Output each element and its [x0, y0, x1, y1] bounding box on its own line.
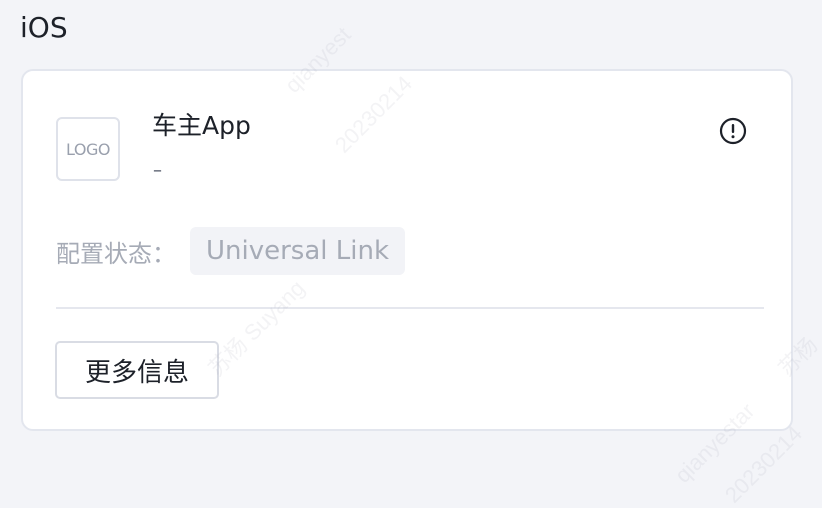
app-subtitle: – — [153, 160, 162, 181]
config-status-label: 配置状态： — [56, 239, 176, 268]
logo-placeholder-text: LOGO — [66, 139, 110, 159]
config-status-badge: Universal Link — [190, 227, 406, 275]
watermark-text: 20230214 — [720, 420, 807, 508]
app-logo: LOGO — [56, 117, 120, 181]
card-divider — [56, 307, 764, 309]
more-info-button[interactable]: 更多信息 — [55, 341, 219, 399]
app-card: LOGO 车主App – 配置状态： Universal Link 更多信息 — [21, 69, 793, 431]
app-name: 车主App — [152, 111, 251, 140]
section-title: iOS — [20, 11, 68, 44]
info-icon[interactable] — [719, 117, 747, 145]
config-status-row: 配置状态： Universal Link — [56, 227, 406, 275]
